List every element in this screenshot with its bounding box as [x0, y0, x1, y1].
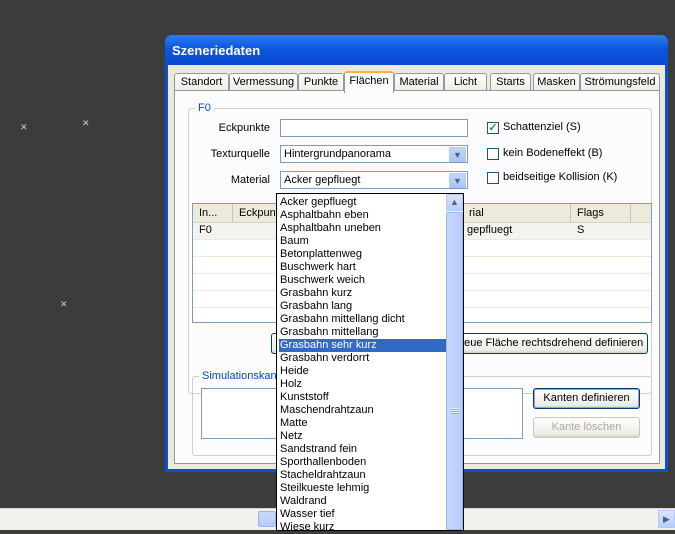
material-dropdown-list[interactable]: Acker gepfluegt Asphaltbahn eben Asphaltba…: [276, 193, 464, 534]
eckpunkte-input[interactable]: [280, 119, 468, 137]
dropdown-option[interactable]: Steilkueste lehmig: [279, 482, 446, 495]
window-title: Szeneriedaten: [172, 43, 261, 58]
dropdown-option[interactable]: Waldrand: [279, 495, 446, 508]
tab-stroemungsfeld[interactable]: Strömungsfeld: [580, 73, 660, 91]
column-header-index[interactable]: In...: [193, 204, 233, 222]
dropdown-option[interactable]: Asphaltbahn eben: [279, 209, 446, 222]
dropdown-option[interactable]: Sandstrand fein: [279, 443, 446, 456]
dropdown-option[interactable]: Holz: [279, 378, 446, 391]
dropdown-option[interactable]: Wiese kurz: [279, 521, 446, 534]
tab-punkte[interactable]: Punkte: [298, 73, 344, 91]
dropdown-option[interactable]: Grasbahn mittellang: [279, 326, 446, 339]
dropdown-option[interactable]: Heide: [279, 365, 446, 378]
dropdown-option[interactable]: Stacheldrahtzaun: [279, 469, 446, 482]
bodeneffekt-label: kein Bodeneffekt (B): [503, 147, 603, 159]
column-header-flags[interactable]: Flags: [571, 204, 631, 222]
dropdown-option[interactable]: Wasser tief: [279, 508, 446, 521]
dropdown-option[interactable]: Grasbahn kurz: [279, 287, 446, 300]
dropdown-option[interactable]: Betonplattenweg: [279, 248, 446, 261]
checkmark-icon: ✓: [488, 122, 498, 134]
dropdown-option[interactable]: Sporthallenboden: [279, 456, 446, 469]
tab-material[interactable]: Material: [394, 73, 444, 91]
arrow-right-icon[interactable]: ▶: [658, 510, 675, 528]
bodeneffekt-checkbox[interactable]: [487, 148, 499, 160]
cell-material: gepfluegt: [467, 224, 513, 236]
dropdown-option[interactable]: Baum: [279, 235, 446, 248]
material-value: Acker gepfluegt: [284, 174, 361, 186]
dropdown-option[interactable]: Kunststoff: [279, 391, 446, 404]
tab-vermessung[interactable]: Vermessung: [229, 73, 298, 91]
dropdown-option[interactable]: Asphaltbahn uneben: [279, 222, 446, 235]
kollision-label: beidseitige Kollision (K): [503, 171, 618, 183]
dropdown-option[interactable]: Grasbahn lang: [279, 300, 446, 313]
cell-index: F0: [199, 224, 212, 236]
material-label: Material: [230, 174, 270, 186]
material-combo[interactable]: Acker gepfluegt ▼: [280, 171, 468, 189]
chevron-down-icon[interactable]: ▼: [449, 173, 466, 188]
dropdown-option[interactable]: Buschwerk weich: [279, 274, 446, 287]
texturquelle-value: Hintergrundpanorama: [284, 148, 392, 160]
cell-flags: S: [577, 224, 585, 236]
dropdown-scroll-thumb[interactable]: [446, 212, 463, 530]
dropdown-option[interactable]: Buschwerk hart: [279, 261, 446, 274]
tab-starts[interactable]: Starts: [490, 73, 531, 91]
dropdown-option[interactable]: Grasbahn verdorrt: [279, 352, 446, 365]
tab-licht[interactable]: Licht: [444, 73, 487, 91]
title-bar[interactable]: Szeneriedaten: [165, 35, 668, 65]
dropdown-option[interactable]: Grasbahn sehr kurz: [278, 338, 447, 353]
dropdown-scrollbar[interactable]: ▲: [446, 194, 463, 530]
define-edges-button[interactable]: Kanten definieren: [533, 388, 640, 409]
dropdown-option[interactable]: Maschendrahtzaun: [279, 404, 446, 417]
desktop-marker-icon: ✕: [60, 299, 68, 309]
dropdown-option[interactable]: Acker gepfluegt: [279, 196, 446, 209]
texturquelle-combo[interactable]: Hintergrundpanorama ▼: [280, 145, 468, 163]
tab-standort[interactable]: Standort: [174, 73, 229, 91]
tab-masken[interactable]: Masken: [533, 73, 580, 91]
delete-edge-button: Kante löschen: [533, 417, 640, 438]
texturquelle-label: Texturquelle: [210, 148, 270, 160]
dropdown-option[interactable]: Netz: [279, 430, 446, 443]
desktop-marker-icon: ✕: [20, 122, 28, 132]
dropdown-option[interactable]: Grasbahn mittellang dicht: [279, 313, 446, 326]
group-label: F0: [195, 102, 214, 114]
kollision-checkbox[interactable]: [487, 172, 499, 184]
schattenziel-checkbox[interactable]: ✓: [487, 122, 499, 134]
grip-icon: [451, 408, 458, 414]
schattenziel-label: Schattenziel (S): [503, 121, 581, 133]
arrow-up-icon[interactable]: ▲: [446, 194, 463, 211]
column-header-eckpunkte[interactable]: Eckpunk: [233, 204, 281, 222]
tab-flaechen[interactable]: Flächen: [344, 71, 394, 93]
column-header-material[interactable]: rial: [463, 204, 571, 222]
dropdown-option[interactable]: Matte: [279, 417, 446, 430]
desktop-marker-icon: ✕: [82, 118, 90, 128]
eckpunkte-label: Eckpunkte: [218, 122, 270, 134]
horizontal-scroll-thumb[interactable]: [258, 511, 276, 527]
chevron-down-icon[interactable]: ▼: [449, 147, 466, 162]
define-cw-button[interactable]: ueue Fläche rechtsdrehend definieren: [457, 333, 648, 354]
